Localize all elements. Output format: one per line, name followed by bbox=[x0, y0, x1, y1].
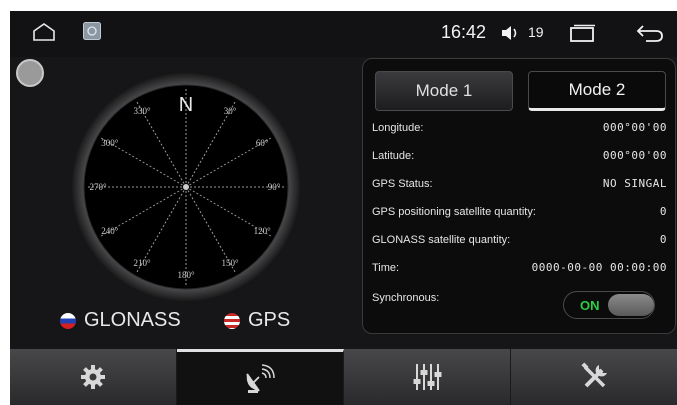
degree-label: 180° bbox=[177, 270, 195, 280]
degree-label: 300° bbox=[101, 138, 119, 148]
volume-level: 19 bbox=[528, 24, 544, 40]
bottom-nav-bar bbox=[10, 349, 677, 405]
tools-icon bbox=[580, 362, 607, 388]
degree-label: 60° bbox=[256, 138, 269, 148]
recent-apps-icon[interactable] bbox=[570, 24, 596, 47]
north-label: N bbox=[179, 94, 193, 116]
latitude-value: 000°00'00 bbox=[602, 149, 667, 162]
longitude-label: Longitude: bbox=[372, 122, 424, 134]
synchronous-label: Synchronous: bbox=[372, 292, 440, 304]
satellite-dish-icon bbox=[246, 363, 275, 393]
gps-screen: 16:42 19 N 30° 60° 90° 120° 150° 180° 21… bbox=[10, 11, 677, 405]
mode-2-button[interactable]: Mode 2 bbox=[528, 71, 666, 111]
degree-label: 330° bbox=[133, 106, 151, 116]
degree-label: 150° bbox=[221, 258, 239, 268]
floating-assist-button[interactable] bbox=[16, 59, 44, 87]
compass-center bbox=[183, 184, 189, 190]
latitude-row: Latitude: 000°00'00 bbox=[372, 147, 667, 167]
time-row: Time: 0000-00-00 00:00:00 bbox=[372, 259, 667, 279]
gps-info-panel: Mode 1 Mode 2 Longitude: 000°00'00 Latit… bbox=[362, 58, 676, 334]
longitude-row: Longitude: 000°00'00 bbox=[372, 119, 667, 139]
degree-label: 30° bbox=[224, 106, 237, 116]
gps-satellite-row: GPS positioning satellite quantity: 0 bbox=[372, 203, 667, 223]
glonass-satellite-label: GLONASS satellite quantity: bbox=[372, 234, 511, 246]
gps-status-label: GPS Status: bbox=[372, 178, 433, 190]
degree-label: 90° bbox=[268, 182, 281, 192]
toggle-knob[interactable] bbox=[608, 294, 654, 316]
glonass-satellite-value: 0 bbox=[659, 233, 667, 246]
home-icon[interactable] bbox=[32, 22, 56, 47]
gps-satellite-value: 0 bbox=[659, 205, 667, 218]
degree-label: 240° bbox=[101, 226, 119, 236]
tab-equalizer[interactable] bbox=[344, 349, 511, 405]
russia-flag-icon bbox=[60, 312, 76, 329]
tab-gps[interactable] bbox=[177, 349, 344, 405]
degree-label: 210° bbox=[133, 258, 151, 268]
longitude-value: 000°00'00 bbox=[602, 121, 667, 134]
gps-satellite-label: GPS positioning satellite quantity: bbox=[372, 206, 536, 218]
volume-icon[interactable] bbox=[500, 24, 522, 47]
gps-status-row: GPS Status: NO SINGAL bbox=[372, 175, 667, 195]
back-icon[interactable] bbox=[636, 23, 664, 48]
mode-1-button[interactable]: Mode 1 bbox=[375, 71, 513, 111]
latitude-label: Latitude: bbox=[372, 150, 415, 162]
gps-status-value: NO SINGAL bbox=[602, 177, 667, 190]
gps-legend: GPS bbox=[224, 309, 290, 332]
app-thumbnail-icon[interactable] bbox=[83, 22, 101, 45]
usa-flag-icon bbox=[224, 312, 240, 329]
tab-settings[interactable] bbox=[10, 349, 177, 405]
clock-time: 16:42 bbox=[441, 22, 487, 42]
glonass-satellite-row: GLONASS satellite quantity: 0 bbox=[372, 231, 667, 251]
equalizer-sliders-icon bbox=[413, 364, 442, 390]
synchronous-row: Synchronous: bbox=[372, 289, 562, 309]
gps-label: GPS bbox=[248, 309, 291, 331]
degree-label: 270° bbox=[89, 182, 107, 192]
time-value: 0000-00-00 00:00:00 bbox=[531, 261, 667, 274]
toggle-on-label: ON bbox=[580, 298, 600, 313]
satellite-compass: N 30° 60° 90° 120° 150° 180° 210° 240° 270° 300° 3… bbox=[70, 71, 302, 308]
status-bar: 16:42 19 bbox=[10, 11, 677, 57]
degree-label: 120° bbox=[254, 226, 272, 236]
glonass-legend: GLONASS bbox=[60, 309, 181, 332]
synchronous-toggle[interactable]: ON bbox=[563, 291, 655, 319]
tab-tools[interactable] bbox=[511, 349, 677, 405]
glonass-label: GLONASS bbox=[84, 309, 181, 331]
time-label: Time: bbox=[372, 262, 400, 274]
settings-gear-icon bbox=[81, 365, 105, 389]
